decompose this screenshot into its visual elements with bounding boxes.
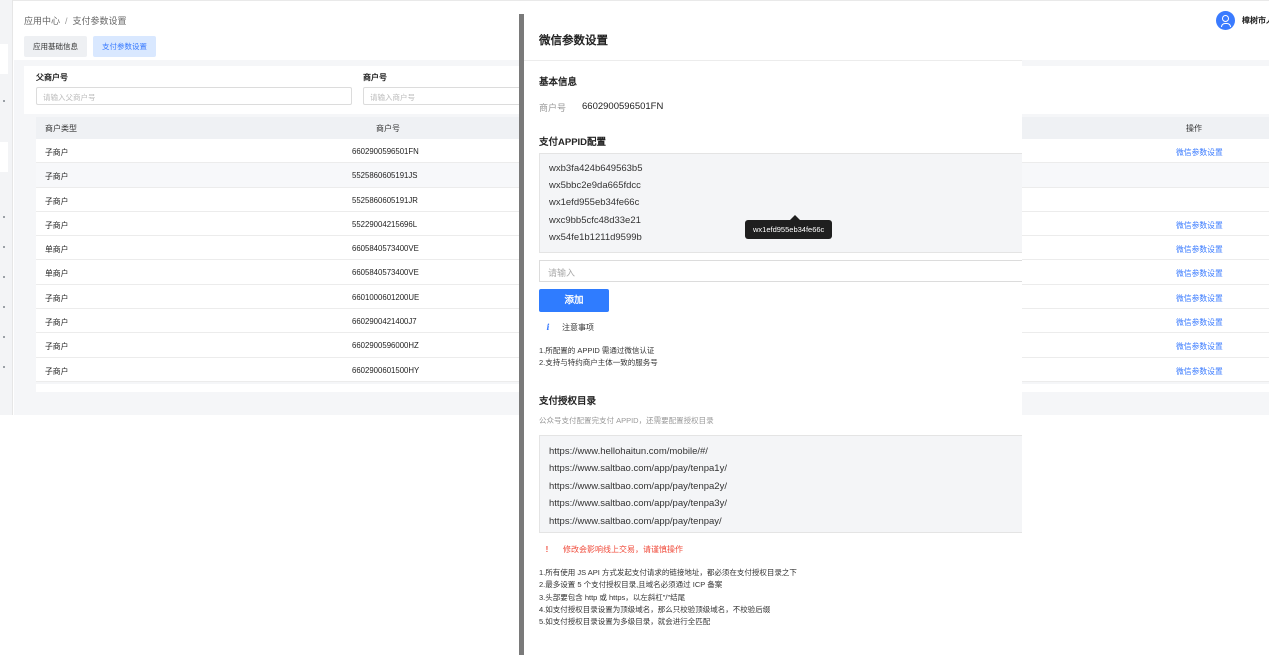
cell-merchant-no: 6601000601200UE [352, 292, 420, 302]
drawer-title: 微信参数设置 [539, 35, 608, 47]
sidebar-dot [3, 306, 5, 308]
sidebar-dot [3, 336, 5, 338]
cell-merchant-type: 子商户 [45, 220, 69, 230]
info-icon: i [546, 322, 550, 332]
merchant-no-value: 6602900596501FN [582, 101, 664, 112]
user-name[interactable]: 樟树市人 [1242, 15, 1269, 26]
cell-merchant-type: 子商户 [45, 148, 69, 157]
breadcrumb-current: 支付参数设置 [72, 16, 127, 26]
user-icon [1222, 15, 1229, 22]
drawer-divider [524, 60, 1022, 61]
warning-icon: ! [545, 545, 549, 554]
appid-item[interactable]: wx1efd955eb34fe66c [549, 194, 1022, 211]
basic-info-title: 基本信息 [539, 77, 578, 88]
column-header-merchant-no: 商户号 [376, 123, 400, 133]
warning-text: 修改会影响线上交易，请谨慎操作 [563, 545, 683, 554]
auth-dir-item[interactable]: https://www.saltbao.com/app/pay/tenpay/ [549, 513, 1022, 530]
cell-merchant-type: 子商户 [45, 366, 69, 376]
breadcrumb: 应用中心 / 支付参数设置 [24, 14, 127, 27]
wechat-params-link[interactable]: 微信参数设置 [1176, 366, 1223, 377]
breadcrumb-separator: / [65, 16, 68, 26]
user-icon-body [1220, 23, 1231, 27]
warning-row: ! 修改会影响线上交易，请谨慎操作 [542, 544, 683, 555]
auth-dir-item[interactable]: https://www.saltbao.com/app/pay/tenpa1y/ [549, 460, 1022, 477]
sidebar-edge [0, 0, 13, 415]
rule-line: 1.所有使用 JS API 方式发起支付请求的链接地址，都必须在支付授权目录之下 [539, 568, 797, 577]
tab-payment-params[interactable]: 支付参数设置 [93, 36, 156, 57]
wechat-params-link[interactable]: 微信参数设置 [1176, 268, 1223, 279]
rule-line: 4.如支付授权目录设置为顶级域名，那么只校验顶级域名，不校验后缀 [539, 604, 771, 614]
add-appid-button[interactable]: 添加 [539, 289, 609, 312]
column-header-type: 商户类型 [45, 123, 77, 133]
cell-merchant-no: 6602900421400J7 [352, 317, 417, 327]
cell-merchant-no: 6602900596000HZ [352, 341, 419, 351]
cell-merchant-no: 6605840573400VE [352, 244, 419, 254]
cell-merchant-no: 6605840573400VE [352, 268, 419, 278]
column-header-actions: 操作 [1186, 123, 1202, 133]
header-divider [13, 0, 1269, 1]
cell-merchant-type: 单商户 [45, 245, 69, 255]
appid-item[interactable]: wxb3fa424b649563b5 [549, 160, 1022, 177]
cell-merchant-type: 子商户 [45, 318, 69, 328]
auth-dir-list: https://www.hellohaitun.com/mobile/#/ ht… [539, 435, 1022, 533]
tab-basic-info[interactable]: 应用基础信息 [24, 36, 87, 57]
appid-tooltip: wx1efd955eb34fe66c [745, 220, 833, 239]
merchant-input[interactable]: 请输入商户号 [363, 87, 521, 105]
rule-line: 2.最多设置 5 个支付授权目录,且域名必须通过 ICP 备案 [539, 580, 723, 590]
parent-merchant-label: 父商户号 [36, 73, 68, 82]
cell-merchant-type: 子商户 [45, 196, 69, 206]
notice-list: 1.所配置的 APPID 需通过微信认证 2.支持与特约商户主体一致的服务号 [539, 345, 658, 369]
notice-line: 1.所配置的 APPID 需通过微信认证 [539, 346, 655, 355]
merchant-no-label: 商户号 [539, 103, 567, 113]
sidebar-dot [3, 100, 5, 102]
sidebar-notch [0, 142, 8, 172]
sidebar-dot [3, 216, 5, 218]
wechat-params-link[interactable]: 微信参数设置 [1176, 293, 1223, 304]
cell-merchant-no: 55229004215696L [352, 219, 418, 229]
sidebar-notch [0, 44, 8, 74]
notice-title: 注意事项 [562, 322, 594, 332]
appid-config-title: 支付APPID配置 [539, 137, 607, 148]
rule-line: 3.头部要包含 http 或 https，以左斜杠"/"结尾 [539, 592, 686, 602]
wechat-params-link[interactable]: 微信参数设置 [1176, 341, 1223, 352]
wechat-params-drawer: 微信参数设置 基本信息 商户号 6602900596501FN 支付APPID配… [524, 14, 1022, 655]
cell-merchant-type: 单商户 [45, 269, 69, 279]
auth-dir-item[interactable]: https://www.saltbao.com/app/pay/tenpa2y/ [549, 478, 1022, 495]
breadcrumb-root[interactable]: 应用中心 [24, 16, 60, 26]
tab-bar: 应用基础信息 支付参数设置 [24, 36, 156, 57]
notice-line: 2.支持与特约商户主体一致的服务号 [539, 358, 658, 367]
auth-dir-title: 支付授权目录 [539, 396, 597, 407]
cell-merchant-type: 子商户 [45, 172, 69, 182]
wechat-params-link[interactable]: 微信参数设置 [1176, 317, 1223, 328]
wechat-params-link[interactable]: 微信参数设置 [1176, 244, 1223, 255]
cell-merchant-no: 6602900596501FN [352, 147, 419, 156]
wechat-params-link[interactable]: 微信参数设置 [1176, 147, 1223, 158]
appid-input[interactable]: 请输入 [539, 260, 1022, 282]
cell-merchant-no: 5525860605191JS [352, 171, 418, 181]
merchant-label: 商户号 [363, 73, 387, 82]
parent-merchant-input[interactable]: 请输入父商户号 [36, 87, 352, 105]
auth-dir-description: 公众号支付配置完支付 APPID，还需要配置授权目录 [539, 416, 714, 425]
sidebar-dot [3, 276, 5, 278]
rule-line: 5.如支付授权目录设置为多级目录，就会进行全匹配 [539, 617, 711, 627]
wechat-params-link[interactable]: 微信参数设置 [1176, 220, 1223, 231]
avatar[interactable] [1216, 11, 1235, 30]
cell-merchant-no: 6602900601500HY [352, 365, 420, 375]
cell-merchant-type: 子商户 [45, 293, 69, 303]
sidebar-dot [3, 366, 5, 368]
cell-merchant-no: 5525860605191JR [352, 195, 418, 205]
appid-item[interactable]: wx5bbc2e9da665fdcc [549, 177, 1022, 194]
auth-dir-item[interactable]: https://www.hellohaitun.com/mobile/#/ [549, 443, 1022, 460]
cell-merchant-type: 子商户 [45, 342, 69, 352]
sidebar-dot [3, 246, 5, 248]
rules-list: 1.所有使用 JS API 方式发起支付请求的链接地址，都必须在支付授权目录之下… [539, 567, 797, 628]
notice-header: i 注意事项 [542, 321, 594, 333]
auth-dir-item[interactable]: https://www.saltbao.com/app/pay/tenpa3y/ [549, 495, 1022, 512]
